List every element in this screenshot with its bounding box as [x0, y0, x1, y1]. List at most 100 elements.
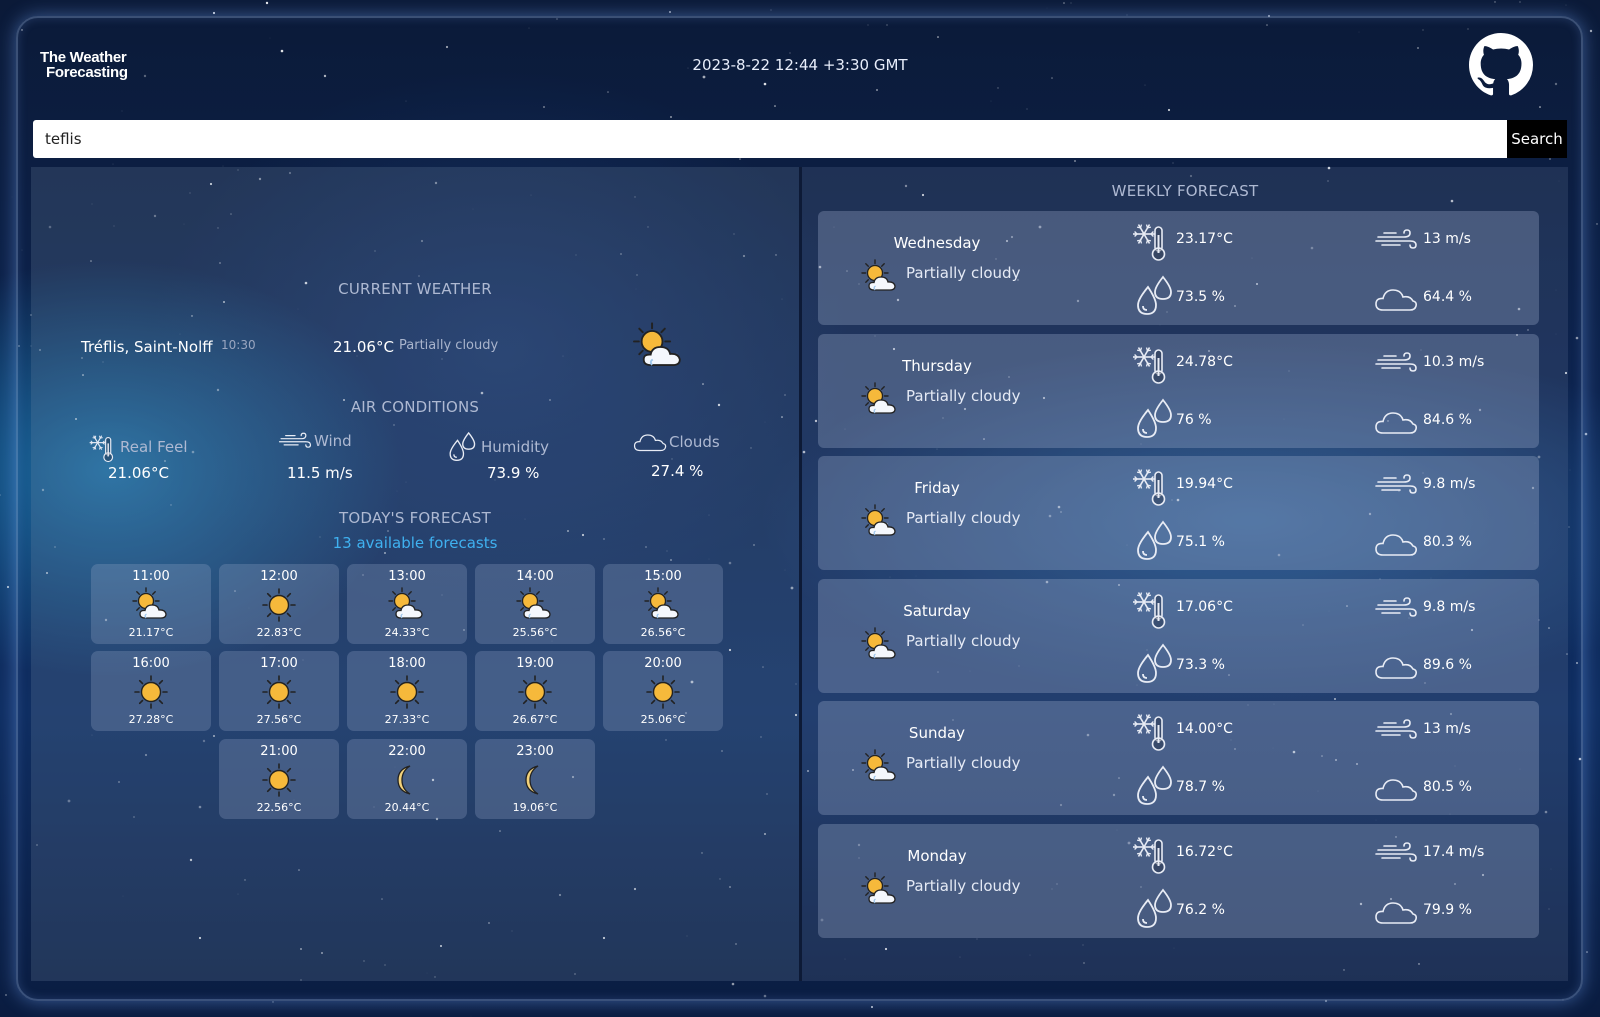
hour-temperature: 27.56°C	[256, 713, 302, 726]
wind-icon	[278, 430, 312, 452]
weekly-forecast-card: Wednesday Partially cloudy 23.17°C 73.5 …	[818, 211, 1539, 325]
wind-label: Wind	[314, 432, 352, 450]
hour-temperature: 27.28°C	[128, 713, 174, 726]
day-description: Partially cloudy	[906, 264, 1021, 282]
day-wind: 13 m/s	[1423, 721, 1471, 737]
moon-icon	[387, 762, 427, 798]
sun-icon	[259, 762, 299, 798]
hourly-forecast-card: 16:00 27.28°C	[91, 651, 211, 731]
thermometer-snow-icon	[1128, 340, 1172, 386]
humidity-label: Humidity	[481, 438, 550, 456]
clouds-value: 27.4 %	[651, 462, 704, 480]
hourly-forecast-card: 22:00 20.44°C	[347, 739, 467, 819]
partly-cloudy-icon	[387, 587, 427, 623]
search-input[interactable]	[33, 120, 1507, 158]
day-temperature: 23.17°C	[1176, 231, 1233, 247]
thermometer-snow-icon	[1128, 830, 1172, 876]
weekly-forecast-card: Monday Partially cloudy 16.72°C 76.2 % 1…	[818, 823, 1539, 938]
hour-time: 22:00	[388, 744, 426, 759]
city-local-time: 10:30	[221, 338, 256, 352]
hourly-forecast-card: 17:00 27.56°C	[219, 651, 339, 731]
weekly-forecast-card: Thursday Partially cloudy 24.78°C 76 % 1…	[818, 333, 1539, 448]
day-clouds: 89.6 %	[1423, 656, 1472, 673]
hour-temperature: 19.06°C	[512, 801, 558, 814]
hour-time: 12:00	[260, 569, 298, 584]
hour-temperature: 22.83°C	[256, 626, 302, 639]
hourly-forecast-card: 23:00 19.06°C	[475, 739, 595, 819]
humidity-drops-icon	[1131, 886, 1177, 932]
clouds-label: Clouds	[669, 433, 720, 451]
cloud-icon	[1374, 653, 1418, 681]
hour-time: 13:00	[388, 569, 426, 584]
humidity-drops-icon	[1131, 396, 1177, 442]
day-wind: 17.4 m/s	[1423, 843, 1485, 860]
cloud-icon	[1374, 898, 1418, 926]
hour-time: 19:00	[516, 656, 554, 671]
partly-cloudy-icon	[131, 587, 171, 623]
github-icon[interactable]	[1469, 33, 1533, 97]
humidity-drops-icon	[1131, 641, 1177, 687]
hour-time: 14:00	[516, 569, 554, 584]
current-weather-panel: CURRENT WEATHER Tréflis, Saint-Nolff 10:…	[31, 167, 799, 981]
hour-time: 11:00	[132, 569, 170, 584]
day-clouds: 80.5 %	[1423, 779, 1472, 795]
day-humidity: 73.3 %	[1176, 656, 1225, 673]
hour-time: 18:00	[388, 656, 426, 671]
day-description: Partially cloudy	[906, 631, 1021, 650]
hour-time: 15:00	[644, 569, 682, 584]
day-description: Partially cloudy	[906, 754, 1021, 772]
hour-temperature: 22.56°C	[256, 801, 302, 814]
hour-time: 23:00	[516, 744, 554, 759]
day-name: Wednesday	[893, 234, 981, 252]
hour-temperature: 27.33°C	[384, 713, 430, 726]
search-button[interactable]: Search	[1507, 120, 1567, 158]
humidity-drops-icon	[445, 430, 479, 464]
day-name: Monday	[907, 846, 967, 865]
day-description: Partially cloudy	[906, 386, 1021, 405]
hourly-forecast-card: 18:00 27.33°C	[347, 651, 467, 731]
moon-icon	[515, 762, 555, 798]
current-temperature: 21.06°C	[333, 338, 394, 356]
day-humidity: 76 %	[1176, 411, 1212, 428]
real-feel-value: 21.06°C	[108, 464, 169, 482]
available-forecasts-link[interactable]: 13 available forecasts	[31, 534, 799, 552]
day-name: Friday	[914, 479, 960, 497]
wind-item: Wind 11.5 m/s	[278, 430, 353, 490]
current-datetime: 2023-8-22 12:44 +3:30 GMT	[692, 56, 908, 74]
current-description: Partially cloudy	[399, 338, 499, 353]
hourly-forecast-card: 12:00 22.83°C	[219, 564, 339, 644]
day-wind: 9.8 m/s	[1423, 476, 1476, 492]
day-temperature: 14.00°C	[1176, 721, 1233, 737]
sun-icon	[259, 674, 299, 710]
partly-cloudy-icon	[643, 587, 683, 623]
humidity-drops-icon	[1131, 273, 1177, 319]
hour-time: 21:00	[260, 744, 298, 759]
thermometer-snow-icon	[1128, 707, 1172, 753]
day-clouds: 64.4 %	[1423, 289, 1472, 305]
sun-icon	[643, 674, 683, 710]
cloud-icon	[1374, 285, 1418, 313]
hour-temperature: 24.33°C	[384, 626, 430, 639]
hour-time: 17:00	[260, 656, 298, 671]
thermometer-snow-icon	[1128, 217, 1172, 263]
day-clouds: 80.3 %	[1423, 534, 1472, 550]
day-temperature: 19.94°C	[1176, 476, 1233, 492]
wind-icon	[1374, 596, 1418, 620]
humidity-drops-icon	[1131, 763, 1177, 809]
hourly-forecast-card: 15:00 26.56°C	[603, 564, 723, 644]
partly-cloudy-icon	[860, 504, 900, 540]
sun-icon	[515, 674, 555, 710]
hourly-forecast-card: 19:00 26.67°C	[475, 651, 595, 731]
cloud-icon	[1374, 408, 1418, 436]
wind-icon	[1374, 351, 1418, 375]
hour-temperature: 26.56°C	[640, 626, 686, 639]
partly-cloudy-icon	[860, 626, 900, 663]
hourly-forecast-card: 14:00 25.56°C	[475, 564, 595, 644]
weekly-forecast-card: Saturday Partially cloudy 17.06°C 73.3 %…	[818, 578, 1539, 693]
day-temperature: 24.78°C	[1176, 353, 1233, 370]
real-feel-label: Real Feel	[120, 438, 188, 456]
hourly-forecast-grid: 11:00 21.17°C 12:00 22.83°C 13:00 24.33°C 1…	[91, 564, 731, 824]
cloud-icon	[633, 430, 667, 454]
humidity-drops-icon	[1131, 518, 1177, 564]
thermometer-snow-icon	[1128, 585, 1172, 631]
